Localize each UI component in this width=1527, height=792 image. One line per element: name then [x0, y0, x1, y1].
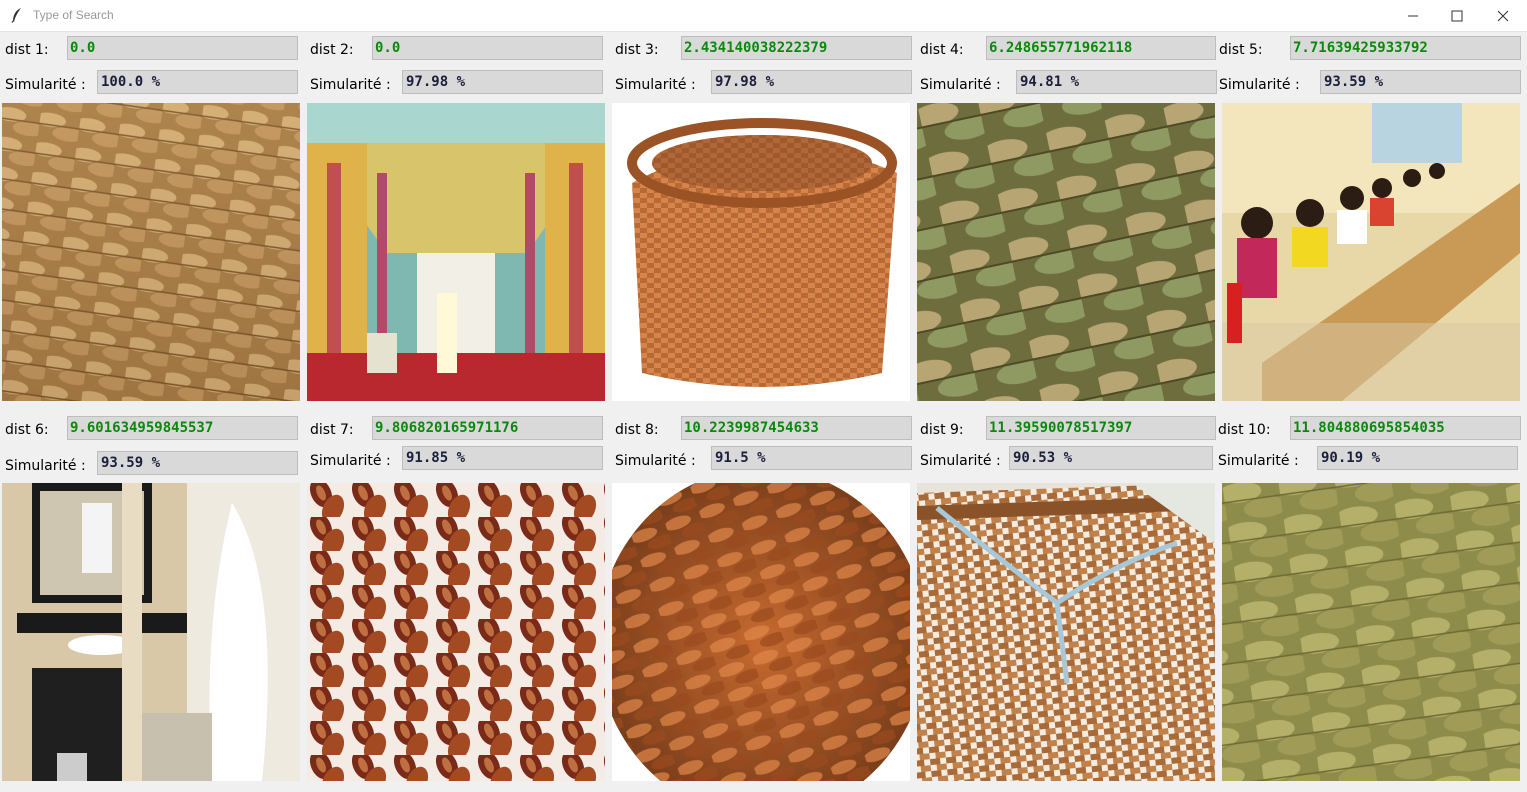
dist-value: 2.434140038222379: [681, 36, 912, 60]
result-card-8: dist 8: 10.2239987454633 Simularité : 91…: [610, 412, 913, 792]
result-image-bathroom[interactable]: [2, 483, 300, 781]
similarity-label: Simularité :: [920, 453, 1001, 469]
feather-icon: [11, 8, 21, 23]
similarity-label: Simularité :: [920, 77, 1001, 93]
result-card-4: dist 4: 6.248655771962118 Simularité : 9…: [915, 32, 1218, 412]
dist-value: 9.601634959845537: [67, 416, 298, 440]
dist-value: 11.804880695854035: [1290, 416, 1521, 440]
similarity-label: Simularité :: [1218, 453, 1299, 469]
similarity-value: 90.53 %: [1009, 446, 1213, 470]
similarity-label: Simularité :: [5, 77, 86, 93]
dist-label: dist 9:: [920, 422, 964, 438]
dist-label: dist 8:: [615, 422, 659, 438]
dist-value: 6.248655771962118: [986, 36, 1216, 60]
similarity-label: Simularité :: [1219, 77, 1300, 93]
result-image-green-braid[interactable]: [917, 103, 1215, 401]
result-card-3: dist 3: 2.434140038222379 Simularité : 9…: [610, 32, 913, 412]
similarity-value: 94.81 %: [1016, 70, 1217, 94]
result-image-wicker-basket-ribbon[interactable]: [917, 483, 1215, 781]
window-titlebar: Type of Search: [0, 0, 1527, 32]
result-card-1: dist 1: 0.0 Simularité : 100.0 %: [0, 32, 303, 412]
result-image-green-felt-braid[interactable]: [1222, 483, 1520, 781]
maximize-button[interactable]: [1434, 0, 1480, 31]
result-image-braided-hair[interactable]: [612, 483, 910, 781]
similarity-value: 91.5 %: [711, 446, 912, 470]
similarity-label: Simularité :: [615, 453, 696, 469]
maximize-icon: [1451, 10, 1463, 22]
result-card-5: dist 5: 7.71639425933792 Simularité : 93…: [1216, 32, 1521, 412]
result-image-temple-interior[interactable]: [307, 103, 605, 401]
similarity-label: Simularité :: [310, 77, 391, 93]
dist-label: dist 4:: [920, 42, 964, 58]
dist-label: dist 1:: [5, 42, 49, 58]
dist-value: 0.0: [372, 36, 603, 60]
close-button[interactable]: [1480, 0, 1526, 31]
dist-value: 10.2239987454633: [681, 416, 912, 440]
similarity-value: 90.19 %: [1317, 446, 1518, 470]
minimize-icon: [1408, 15, 1418, 17]
result-card-9: dist 9: 11.39590078517397 Simularité : 9…: [915, 412, 1218, 792]
result-card-6: dist 6: 9.601634959845537 Simularité : 9…: [0, 412, 303, 792]
minimize-button[interactable]: [1390, 0, 1436, 31]
similarity-label: Simularité :: [615, 77, 696, 93]
result-image-classroom[interactable]: [1222, 103, 1520, 401]
similarity-value: 97.98 %: [711, 70, 912, 94]
dist-label: dist 10:: [1218, 422, 1271, 438]
dist-label: dist 3:: [615, 42, 659, 58]
similarity-value: 93.59 %: [1320, 70, 1521, 94]
result-image-braided-straw[interactable]: [2, 103, 300, 401]
result-image-wicker-basket[interactable]: [612, 103, 910, 401]
close-icon: [1497, 10, 1509, 22]
dist-label: dist 7:: [310, 422, 354, 438]
dist-value: 7.71639425933792: [1290, 36, 1521, 60]
dist-value: 0.0: [67, 36, 298, 60]
window-title: Type of Search: [33, 8, 114, 22]
result-card-7: dist 7: 9.806820165971176 Simularité : 9…: [305, 412, 608, 792]
dist-label: dist 6:: [5, 422, 49, 438]
result-card-2: dist 2: 0.0 Simularité : 97.98 %: [305, 32, 608, 412]
similarity-value: 93.59 %: [97, 451, 298, 475]
similarity-label: Simularité :: [310, 453, 391, 469]
dist-label: dist 5:: [1219, 42, 1263, 58]
similarity-value: 97.98 %: [402, 70, 603, 94]
result-image-dark-braids[interactable]: [307, 483, 605, 781]
similarity-label: Simularité :: [5, 458, 86, 474]
dist-value: 11.39590078517397: [986, 416, 1216, 440]
similarity-value: 100.0 %: [97, 70, 298, 94]
result-card-10: dist 10: 11.804880695854035 Simularité :…: [1216, 412, 1521, 792]
similarity-value: 91.85 %: [402, 446, 603, 470]
dist-value: 9.806820165971176: [372, 416, 603, 440]
dist-label: dist 2:: [310, 42, 354, 58]
